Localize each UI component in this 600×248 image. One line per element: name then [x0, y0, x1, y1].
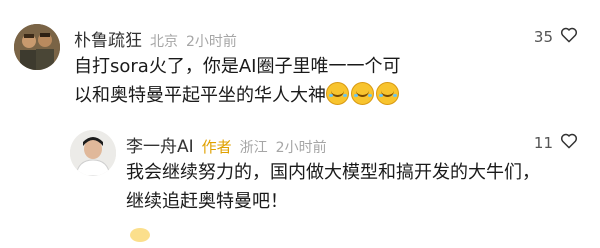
- location: 浙江: [239, 140, 268, 156]
- heart-icon: [560, 132, 578, 153]
- next-comment-partial: [130, 228, 150, 248]
- laughing-tears-emoji-icon: [326, 82, 349, 105]
- laughing-tears-emoji-icon: [376, 82, 399, 105]
- like-button[interactable]: 11: [534, 132, 578, 153]
- like-button[interactable]: 35: [534, 26, 578, 47]
- avatar[interactable]: [70, 130, 116, 176]
- timestamp: 2小时前: [186, 34, 237, 50]
- comment-text: 自打sora火了，你是AI圈子里唯一一个可以和奥特曼平起平坐的华人大神: [74, 52, 404, 110]
- like-count: 11: [533, 133, 553, 152]
- timestamp: 2小时前: [275, 140, 327, 156]
- location: 北京: [150, 34, 178, 50]
- author-name[interactable]: 李一舟AI: [126, 132, 194, 157]
- comment-meta: 朴鲁疏狂 北京 2小时前: [74, 26, 237, 51]
- like-count: 35: [533, 27, 553, 46]
- heart-icon: [560, 26, 578, 47]
- comment-meta: 李一舟AI 作者 浙江 2小时前: [126, 132, 327, 157]
- avatar[interactable]: [14, 24, 60, 70]
- comment-text: 我会继续努力的，国内做大模型和搞开发的大牛们，继续追赶奥特曼吧！: [126, 162, 540, 212]
- author-badge: 作者: [201, 138, 232, 156]
- laughing-tears-emoji-icon: [351, 82, 374, 105]
- author-name[interactable]: 朴鲁疏狂: [74, 26, 142, 51]
